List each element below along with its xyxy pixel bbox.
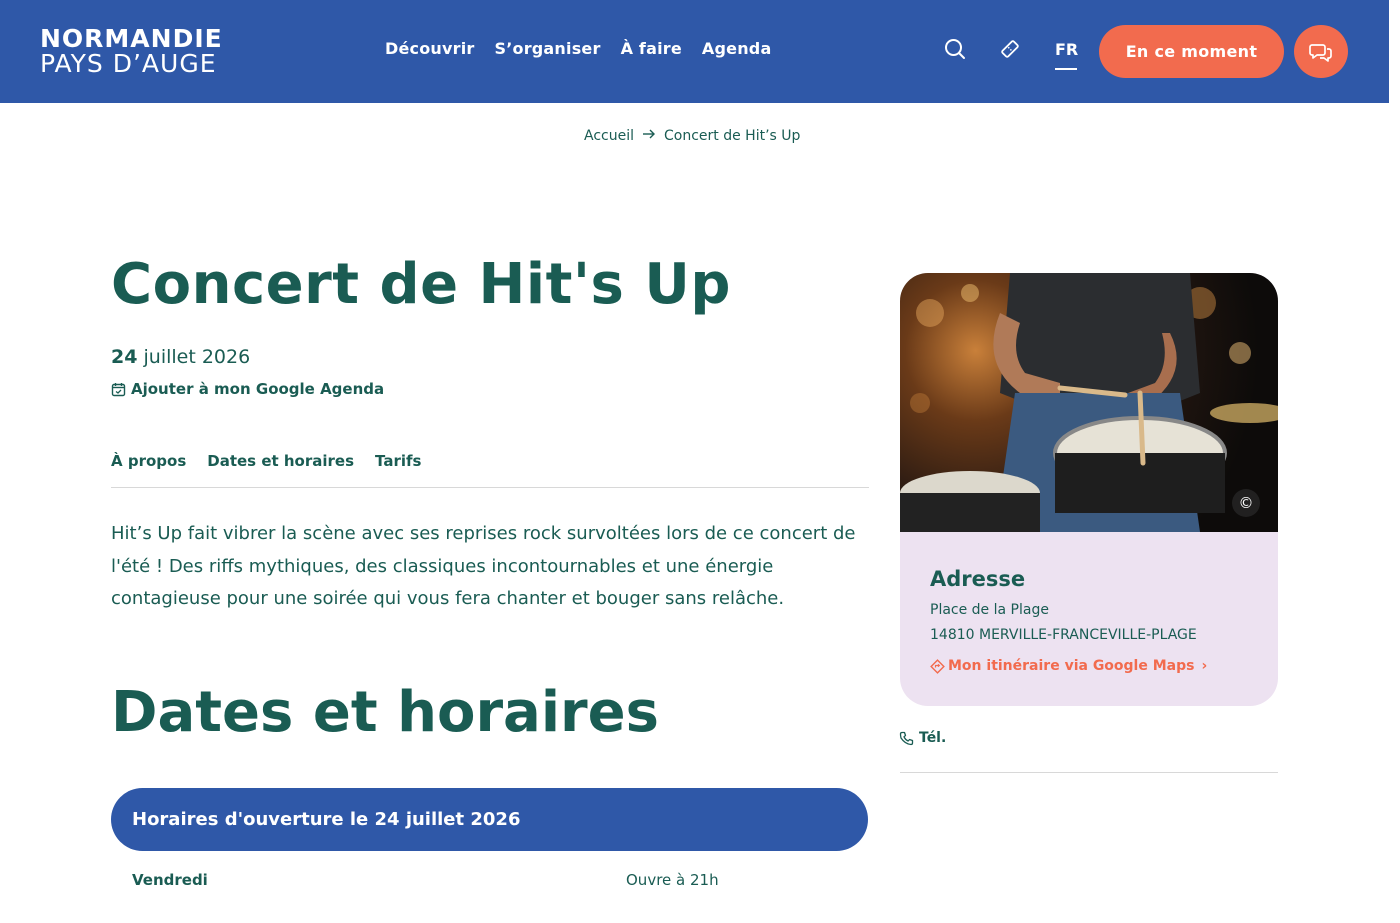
address-line-1: Place de la Plage — [930, 602, 1049, 618]
google-maps-link[interactable]: Mon itinéraire via Google Maps › — [930, 658, 1207, 674]
schedule-heading: Dates et horaires — [111, 680, 659, 745]
tab-tarifs[interactable]: Tarifs — [375, 452, 421, 470]
site-header: NORMANDIE PAYS D’AUGE Découvrir S’organi… — [0, 0, 1389, 103]
schedule-day: Vendredi — [132, 871, 208, 889]
copyright-icon[interactable]: © — [1232, 489, 1260, 517]
nav-item-decouvrir[interactable]: Découvrir — [385, 39, 475, 58]
tab-dates-et-horaires[interactable]: Dates et horaires — [207, 452, 354, 470]
add-to-google-calendar-link[interactable]: Ajouter à mon Google Agenda — [111, 380, 384, 398]
breadcrumb-home[interactable]: Accueil — [584, 128, 634, 144]
schedule-hours: Ouvre à 21h — [626, 871, 719, 889]
en-ce-moment-button[interactable]: En ce moment — [1099, 25, 1284, 78]
logo-line-1: NORMANDIE — [40, 24, 223, 53]
event-date-day: 24 — [111, 346, 138, 368]
main-nav: Découvrir S’organiser À faire Agenda — [385, 39, 791, 58]
arrow-right-icon — [642, 128, 656, 144]
phone-divider — [900, 772, 1278, 773]
logo-line-2: PAYS D’AUGE — [40, 49, 217, 78]
event-photo — [900, 273, 1278, 532]
tabs-divider — [111, 487, 869, 488]
google-maps-label: Mon itinéraire via Google Maps — [948, 658, 1195, 674]
page-title: Concert de Hit's Up — [111, 252, 731, 317]
phone-icon — [899, 731, 914, 745]
directions-icon — [930, 658, 945, 674]
address-line-2: 14810 MERVILLE-FRANCEVILLE-PLAGE — [930, 627, 1197, 643]
section-tabs: À propos Dates et horaires Tarifs — [111, 452, 442, 470]
address-title: Adresse — [930, 567, 1026, 591]
chevron-right-icon: › — [1201, 658, 1208, 674]
ticket-icon[interactable] — [997, 36, 1023, 62]
add-to-google-calendar-label: Ajouter à mon Google Agenda — [131, 380, 385, 398]
nav-item-sorganiser[interactable]: S’organiser — [495, 39, 601, 58]
calendar-icon — [111, 382, 126, 396]
nav-item-a-faire[interactable]: À faire — [621, 39, 682, 58]
nav-item-agenda[interactable]: Agenda — [702, 39, 772, 58]
breadcrumb-current: Concert de Hit’s Up — [664, 128, 801, 144]
event-description: Hit’s Up fait vibrer la scène avec ses r… — [111, 523, 856, 609]
breadcrumb: Accueil Concert de Hit’s Up — [584, 128, 800, 144]
tab-a-propos[interactable]: À propos — [111, 452, 186, 470]
language-underline — [1055, 68, 1077, 70]
chat-icon — [1309, 43, 1332, 62]
event-date: 24 juillet 2026 — [111, 346, 250, 368]
phone-label: Tél. — [919, 730, 947, 746]
language-selector[interactable]: FR — [1055, 40, 1078, 59]
search-icon[interactable] — [942, 36, 968, 62]
site-logo[interactable]: NORMANDIE PAYS D’AUGE — [40, 26, 223, 76]
opening-hours-title: Horaires d'ouverture le 24 juillet 2026 — [132, 809, 521, 830]
phone-link[interactable]: Tél. — [899, 730, 946, 746]
event-date-month-year: juillet 2026 — [137, 346, 251, 368]
opening-hours-bar: Horaires d'ouverture le 24 juillet 2026 — [111, 788, 868, 851]
chat-button[interactable] — [1294, 25, 1348, 78]
